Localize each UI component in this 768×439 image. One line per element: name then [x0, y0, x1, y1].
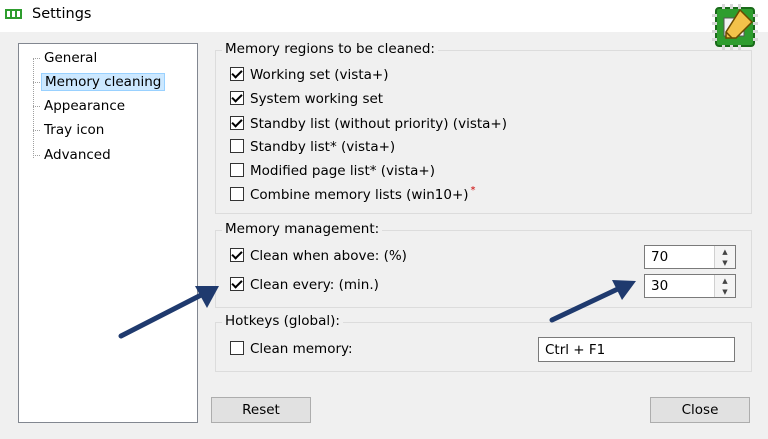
standby-list-checkbox[interactable]: Standby list* (vista+) — [230, 136, 395, 158]
working-set-checkbox[interactable]: Working set (vista+) — [230, 64, 388, 86]
spinner-value[interactable]: 30 — [651, 277, 668, 295]
clean-above-spinner[interactable]: 70 ▲ ▼ — [644, 245, 736, 269]
memory-management-title: Memory management: — [222, 221, 383, 237]
checkbox-box[interactable] — [230, 341, 244, 355]
reset-button[interactable]: Reset — [211, 397, 311, 423]
modified-page-list-checkbox[interactable]: Modified page list* (vista+) — [230, 160, 435, 182]
combine-memory-lists-checkbox[interactable]: Combine memory lists (win10+) * — [230, 184, 476, 206]
checkbox-box[interactable] — [230, 248, 244, 262]
checkbox-box[interactable] — [230, 116, 244, 130]
hotkey-field[interactable]: Ctrl + F1 — [538, 337, 735, 362]
checkbox-label: Combine memory lists (win10+) — [250, 187, 469, 203]
checkbox-box[interactable] — [230, 67, 244, 81]
memory-cleaner-logo-icon — [712, 4, 758, 50]
annotation-arrow-left-icon — [118, 286, 219, 339]
spinner-value[interactable]: 70 — [651, 248, 668, 266]
clean-every-checkbox[interactable]: Clean every: (min.) — [230, 274, 379, 296]
checkbox-label: Standby list* (vista+) — [250, 139, 396, 155]
checkbox-box[interactable] — [230, 139, 244, 153]
window-title: Settings — [32, 6, 92, 22]
checkbox-box[interactable] — [230, 163, 244, 177]
checkbox-label: Clean when above: (%) — [250, 248, 407, 264]
checkbox-label: Standby list (without priority) (vista+) — [250, 116, 507, 132]
spin-down-icon[interactable]: ▼ — [715, 286, 735, 297]
clean-when-above-checkbox[interactable]: Clean when above: (%) — [230, 245, 407, 267]
title-bar: Settings — [0, 0, 768, 32]
hotkey-value[interactable]: Ctrl + F1 — [545, 341, 605, 359]
tree-item-label: Memory cleaning — [41, 73, 166, 91]
tree-item-label: General — [44, 50, 98, 66]
checkbox-box[interactable] — [230, 91, 244, 105]
close-button[interactable]: Close — [650, 397, 750, 423]
standby-list-no-priority-checkbox[interactable]: Standby list (without priority) (vista+) — [230, 113, 507, 135]
settings-tree: General Memory cleaning Appearance Tray … — [18, 43, 198, 423]
tree-item-general[interactable]: General — [33, 47, 100, 69]
system-working-set-checkbox[interactable]: System working set — [230, 88, 383, 110]
spin-down-icon[interactable]: ▼ — [715, 257, 735, 268]
tree-item-advanced[interactable]: Advanced — [33, 144, 114, 166]
tree-item-appearance[interactable]: Appearance — [33, 95, 128, 117]
tree-item-label: Advanced — [44, 147, 111, 163]
clean-every-spinner[interactable]: 30 ▲ ▼ — [644, 274, 736, 298]
hotkeys-title: Hotkeys (global): — [222, 313, 343, 329]
spinner-buttons: ▲ ▼ — [714, 275, 735, 297]
checkbox-label: System working set — [250, 91, 384, 107]
memory-regions-title: Memory regions to be cleaned: — [222, 41, 438, 57]
tree-item-label: Appearance — [44, 98, 126, 114]
checkbox-label: Working set (vista+) — [250, 67, 389, 83]
checkbox-box[interactable] — [230, 277, 244, 291]
checkbox-label: Clean every: (min.) — [250, 277, 379, 293]
clean-memory-hotkey-checkbox[interactable]: Clean memory: — [230, 338, 353, 360]
annotation-arrow-right-icon — [549, 280, 636, 323]
tree-item-tray-icon[interactable]: Tray icon — [33, 119, 107, 141]
requirement-mark: * — [470, 185, 476, 196]
memory-chip-icon — [5, 9, 22, 19]
tree-item-label: Tray icon — [44, 122, 105, 138]
checkbox-label: Clean memory: — [250, 341, 353, 357]
spinner-buttons: ▲ ▼ — [714, 246, 735, 268]
tree-item-memory-cleaning[interactable]: Memory cleaning — [33, 71, 166, 93]
checkbox-box[interactable] — [230, 187, 244, 201]
checkbox-label: Modified page list* (vista+) — [250, 163, 435, 179]
